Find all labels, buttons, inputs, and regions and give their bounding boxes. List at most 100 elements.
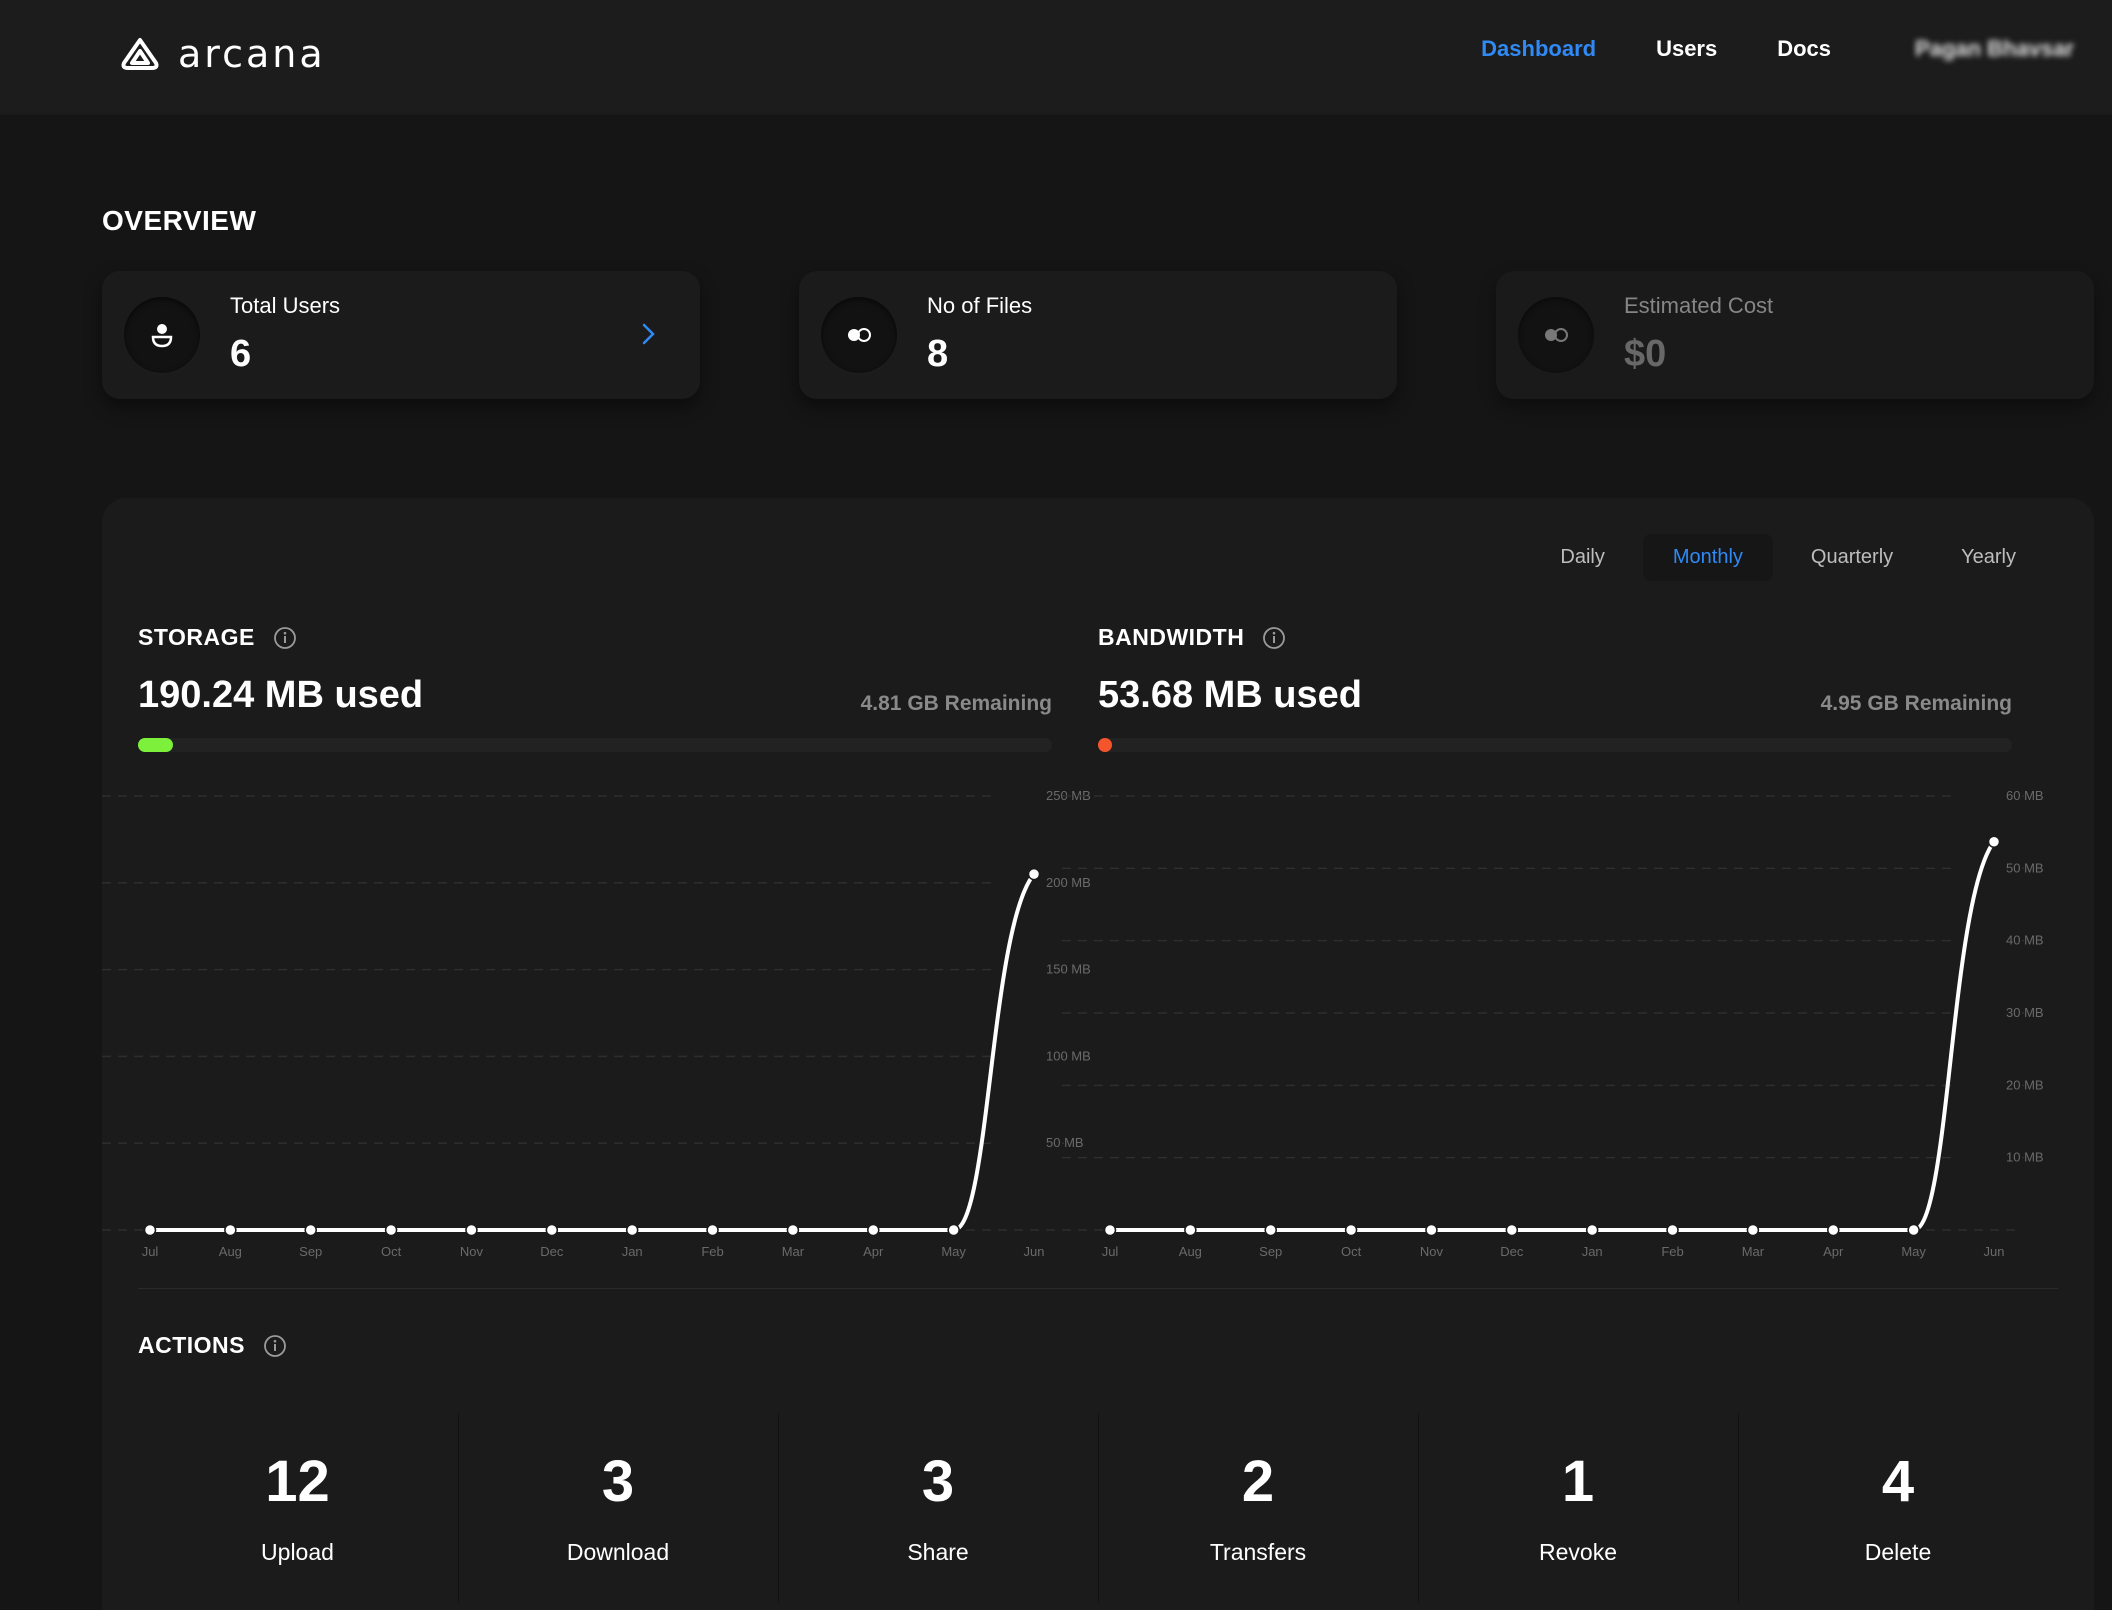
action-share-count: 3: [921, 1449, 955, 1514]
info-icon[interactable]: [273, 626, 297, 650]
storage-remaining: 4.81 GB Remaining: [860, 692, 1052, 715]
bandwidth-y-tick-label: 10 MB: [2006, 1150, 2044, 1165]
storage-data-point[interactable]: [786, 1223, 800, 1237]
bandwidth-y-tick-label: 30 MB: [2006, 1005, 2044, 1020]
estimated-cost-value: $0: [1624, 333, 1667, 375]
storage-x-tick-label: May: [941, 1244, 966, 1259]
info-icon[interactable]: [263, 1334, 287, 1358]
actions-title: ACTIONS: [138, 1332, 287, 1359]
action-delete-label: Delete: [1864, 1539, 1932, 1565]
action-upload-label: Upload: [261, 1539, 334, 1565]
storage-progress-bar: [138, 738, 1052, 752]
tab-daily[interactable]: Daily: [1530, 534, 1634, 581]
bandwidth-data-point[interactable]: [1907, 1223, 1920, 1237]
files-label: No of Files: [927, 293, 1033, 318]
action-upload-count: 12: [265, 1449, 330, 1514]
bandwidth-x-tick-label: Oct: [1341, 1244, 1362, 1259]
bandwidth-data-point[interactable]: [1666, 1223, 1679, 1237]
nav-users[interactable]: Users: [1656, 36, 1717, 62]
bandwidth-data-point[interactable]: [1827, 1223, 1840, 1237]
action-download-count: 3: [601, 1449, 635, 1514]
tab-monthly[interactable]: Monthly: [1642, 534, 1773, 581]
bandwidth-data-point[interactable]: [1987, 835, 2001, 848]
bandwidth-series-line: [1108, 839, 1996, 1232]
period-tabs: Daily Monthly Quarterly Yearly: [1530, 534, 2046, 581]
usage-panel: Daily Monthly Quarterly Yearly STORAGE 1…: [102, 498, 2094, 1610]
bandwidth-data-point[interactable]: [1585, 1223, 1599, 1237]
user-menu[interactable]: Pagan Bhavsar: [1915, 36, 2074, 62]
total-users-value: 6: [230, 333, 252, 375]
files-toggle-icon: [821, 297, 897, 373]
total-users-label: Total Users: [230, 293, 341, 318]
storage-data-point[interactable]: [706, 1223, 719, 1237]
bandwidth-x-tick-label: Aug: [1179, 1244, 1202, 1259]
bandwidth-data-point[interactable]: [1344, 1223, 1358, 1237]
bandwidth-title: BANDWIDTH: [1098, 624, 1286, 651]
bandwidth-data-point[interactable]: [1425, 1223, 1438, 1237]
nav-docs[interactable]: Docs: [1777, 36, 1831, 62]
action-delete: 4 Delete: [1738, 1413, 2057, 1603]
bandwidth-title-text: BANDWIDTH: [1098, 624, 1245, 650]
storage-x-tick-label: Jul: [142, 1244, 159, 1259]
brand-logo[interactable]: arcana: [118, 30, 326, 78]
storage-progress-fill: [138, 738, 173, 752]
bandwidth-x-tick-label: Dec: [1500, 1244, 1524, 1259]
tab-yearly[interactable]: Yearly: [1931, 534, 2046, 581]
bandwidth-chart: 60 MB 50 MB 40 MB 30 MB 20 MB 10 MB Jul Aug Sep O…: [1062, 778, 2044, 1263]
bandwidth-progress-fill: [1098, 738, 1112, 752]
storage-data-point[interactable]: [867, 1223, 880, 1237]
info-icon[interactable]: [1262, 626, 1286, 650]
storage-title: STORAGE: [138, 624, 297, 651]
action-upload: 12 Upload: [138, 1413, 457, 1603]
storage-data-point[interactable]: [1027, 867, 1041, 881]
storage-x-tick-label: Oct: [381, 1244, 402, 1259]
bandwidth-x-tick-label: May: [1901, 1244, 1926, 1259]
storage-data-point[interactable]: [384, 1223, 398, 1237]
action-download: 3 Download: [458, 1413, 777, 1603]
storage-used: 190.24 MB used: [138, 674, 424, 716]
action-download-label: Download: [566, 1539, 670, 1565]
action-share: 3 Share: [778, 1413, 1097, 1603]
bandwidth-x-tick-label: Jan: [1582, 1244, 1603, 1259]
storage-x-tick-label: Mar: [782, 1244, 805, 1259]
action-revoke: 1 Revoke: [1418, 1413, 1737, 1603]
storage-data-point[interactable]: [224, 1223, 237, 1237]
chevron-right-icon[interactable]: [638, 319, 658, 349]
storage-data-point[interactable]: [143, 1223, 157, 1237]
storage-data-point[interactable]: [465, 1223, 478, 1237]
action-revoke-label: Revoke: [1539, 1539, 1617, 1565]
brand-name: arcana: [178, 32, 326, 76]
nav-dashboard[interactable]: Dashboard: [1481, 36, 1596, 62]
storage-series-line: [148, 872, 1036, 1232]
storage-title-text: STORAGE: [138, 624, 255, 650]
bandwidth-x-tick-label: Jun: [1984, 1244, 2005, 1259]
action-transfers: 2 Transfers: [1098, 1413, 1417, 1603]
top-navbar: arcana Dashboard Users Docs Pagan Bhavsa…: [0, 0, 2112, 115]
storage-data-point[interactable]: [545, 1223, 559, 1237]
bandwidth-data-point[interactable]: [1746, 1223, 1760, 1237]
bandwidth-data-point[interactable]: [1505, 1223, 1519, 1237]
bandwidth-progress-bar: [1098, 738, 2012, 752]
tab-quarterly[interactable]: Quarterly: [1781, 534, 1923, 581]
storage-data-point[interactable]: [304, 1223, 317, 1237]
cost-toggle-icon: [1518, 297, 1594, 373]
bandwidth-data-point[interactable]: [1264, 1223, 1277, 1237]
bandwidth-x-tick-label: Nov: [1420, 1244, 1444, 1259]
bandwidth-data-point[interactable]: [1184, 1223, 1197, 1237]
action-transfers-label: Transfers: [1209, 1539, 1307, 1565]
storage-data-point[interactable]: [625, 1223, 639, 1237]
bandwidth-used: 53.68 MB used: [1098, 674, 1362, 716]
user-icon: [124, 297, 200, 373]
storage-x-tick-label: Sep: [299, 1244, 322, 1259]
main-nav: Dashboard Users Docs Pagan Bhavsar: [1421, 36, 2074, 62]
bandwidth-remaining: 4.95 GB Remaining: [1820, 692, 2012, 715]
files-card: No of Files 8: [799, 271, 1397, 399]
section-divider: [138, 1288, 2058, 1289]
bandwidth-chart-svg: 60 MB 50 MB 40 MB 30 MB 20 MB 10 MB Jul Aug Sep O…: [1062, 788, 2044, 1259]
storage-data-point[interactable]: [947, 1223, 960, 1237]
bandwidth-data-point[interactable]: [1103, 1223, 1117, 1237]
total-users-card[interactable]: Total Users 6: [102, 271, 700, 399]
storage-x-tick-label: Aug: [219, 1244, 242, 1259]
storage-x-tick-label: Dec: [540, 1244, 564, 1259]
storage-x-tick-label: Feb: [701, 1244, 723, 1259]
